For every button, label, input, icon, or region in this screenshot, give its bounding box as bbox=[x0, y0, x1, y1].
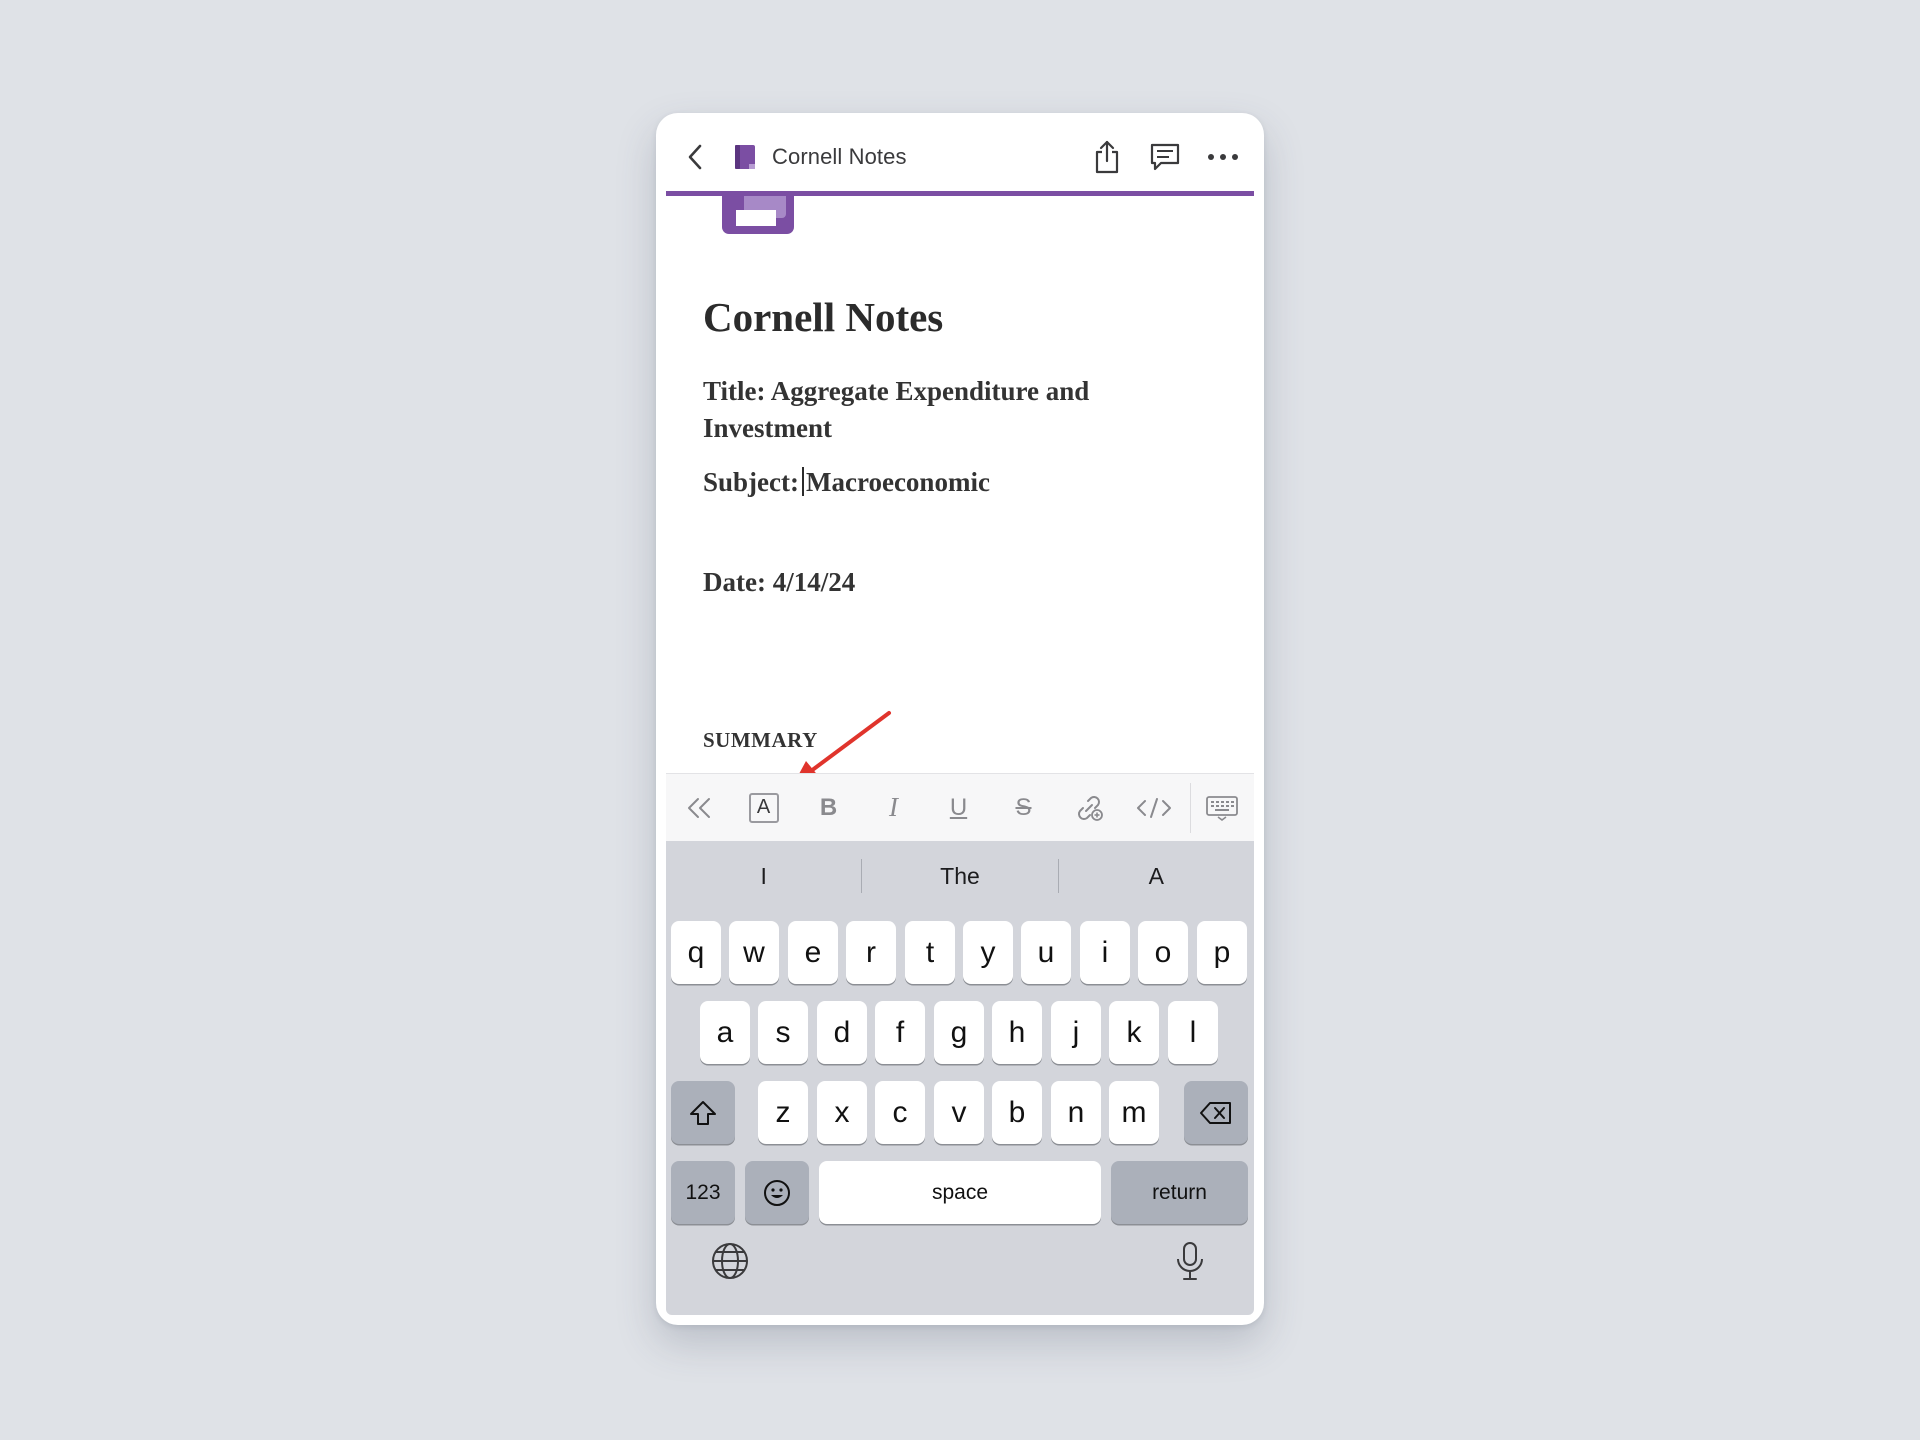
return-key[interactable]: return bbox=[1111, 1161, 1248, 1224]
top-bar: Cornell Notes bbox=[666, 123, 1254, 191]
share-icon bbox=[1095, 140, 1119, 174]
key-b[interactable]: b bbox=[992, 1081, 1042, 1144]
key-v[interactable]: v bbox=[934, 1081, 984, 1144]
key-o[interactable]: o bbox=[1138, 921, 1188, 984]
key-j[interactable]: j bbox=[1051, 1001, 1101, 1064]
code-button[interactable] bbox=[1121, 780, 1186, 836]
link-icon bbox=[1077, 795, 1103, 821]
globe-button[interactable] bbox=[708, 1239, 752, 1283]
key-p[interactable]: p bbox=[1197, 921, 1247, 984]
back-chevron-icon bbox=[688, 144, 702, 170]
italic-button[interactable]: I bbox=[861, 780, 926, 836]
title-line[interactable]: Title: Aggregate Expenditure and Investm… bbox=[703, 373, 1203, 447]
font-style-icon: A bbox=[748, 792, 779, 823]
key-y[interactable]: y bbox=[963, 921, 1013, 984]
key-c[interactable]: c bbox=[875, 1081, 925, 1144]
notebook-icon bbox=[732, 143, 758, 171]
key-z[interactable]: z bbox=[758, 1081, 808, 1144]
text-cursor bbox=[802, 467, 804, 496]
microphone-icon bbox=[1177, 1242, 1203, 1280]
code-icon bbox=[1136, 797, 1171, 818]
key-s[interactable]: s bbox=[758, 1001, 808, 1064]
more-options-button[interactable] bbox=[1206, 140, 1240, 174]
key-x[interactable]: x bbox=[817, 1081, 867, 1144]
key-i[interactable]: i bbox=[1080, 921, 1130, 984]
key-e[interactable]: e bbox=[788, 921, 838, 984]
subject-label: Subject: bbox=[703, 467, 799, 497]
strikethrough-button[interactable]: S bbox=[991, 780, 1056, 836]
backspace-icon bbox=[1200, 1101, 1231, 1124]
app-screen: Cornell Notes Cornell Notes Title: Aggre… bbox=[666, 123, 1254, 1315]
notebook-title: Cornell Notes bbox=[772, 144, 907, 169]
emoji-icon bbox=[764, 1179, 790, 1206]
more-icon bbox=[1208, 154, 1238, 160]
back-button[interactable] bbox=[680, 142, 710, 172]
suggestion-item[interactable]: A bbox=[1059, 863, 1254, 890]
key-n[interactable]: n bbox=[1051, 1081, 1101, 1144]
italic-label: I bbox=[889, 792, 898, 822]
format-toolbar: A B I U S bbox=[666, 773, 1254, 841]
key-f[interactable]: f bbox=[875, 1001, 925, 1064]
emoji-key[interactable] bbox=[745, 1161, 809, 1224]
key-m[interactable]: m bbox=[1109, 1081, 1159, 1144]
underline-label: U bbox=[949, 793, 968, 821]
on-screen-keyboard: I The A q w e r t y u i o p a s d f g h … bbox=[666, 841, 1254, 1315]
dictation-button[interactable] bbox=[1168, 1239, 1212, 1283]
key-g[interactable]: g bbox=[934, 1001, 984, 1064]
key-q[interactable]: q bbox=[671, 921, 721, 984]
keyboard-hide-icon bbox=[1206, 795, 1238, 821]
suggestion-item[interactable]: The bbox=[862, 863, 1057, 890]
subject-line[interactable]: Subject: Macroeconomic bbox=[703, 464, 1203, 501]
key-r[interactable]: r bbox=[846, 921, 896, 984]
collapse-double-chevron-icon bbox=[687, 797, 710, 818]
share-button[interactable] bbox=[1090, 140, 1124, 174]
subject-value: Macroeconomic bbox=[806, 467, 990, 497]
strikethrough-label: S bbox=[1015, 793, 1032, 821]
space-key[interactable]: space bbox=[819, 1161, 1101, 1224]
shift-icon bbox=[690, 1100, 716, 1125]
key-t[interactable]: t bbox=[905, 921, 955, 984]
page-title[interactable]: Cornell Notes bbox=[703, 293, 943, 341]
shift-key[interactable] bbox=[671, 1081, 735, 1144]
hide-keyboard-button[interactable] bbox=[1191, 780, 1253, 836]
top-bar-actions bbox=[1090, 140, 1240, 174]
key-h[interactable]: h bbox=[992, 1001, 1042, 1064]
font-style-button[interactable]: A bbox=[731, 780, 796, 836]
collapse-toolbar-button[interactable] bbox=[666, 780, 731, 836]
underline-button[interactable]: U bbox=[926, 780, 991, 836]
key-l[interactable]: l bbox=[1168, 1001, 1218, 1064]
date-line[interactable]: Date: 4/14/24 bbox=[703, 564, 1203, 601]
globe-icon bbox=[712, 1243, 748, 1279]
backspace-key[interactable] bbox=[1184, 1081, 1248, 1144]
bold-button[interactable]: B bbox=[796, 780, 861, 836]
summary-heading[interactable]: SUMMARY bbox=[703, 728, 818, 753]
key-a[interactable]: a bbox=[700, 1001, 750, 1064]
key-u[interactable]: u bbox=[1021, 921, 1071, 984]
page-icon bbox=[722, 196, 794, 234]
insert-link-button[interactable] bbox=[1056, 780, 1121, 836]
comments-button[interactable] bbox=[1148, 140, 1182, 174]
suggestion-item[interactable]: I bbox=[666, 863, 861, 890]
predictive-suggestions: I The A bbox=[666, 841, 1254, 911]
key-w[interactable]: w bbox=[729, 921, 779, 984]
key-k[interactable]: k bbox=[1109, 1001, 1159, 1064]
key-d[interactable]: d bbox=[817, 1001, 867, 1064]
comment-icon bbox=[1150, 143, 1180, 171]
numbers-key[interactable]: 123 bbox=[671, 1161, 735, 1224]
bold-label: B bbox=[819, 793, 838, 821]
phone-frame: Cornell Notes Cornell Notes Title: Aggre… bbox=[656, 113, 1264, 1325]
